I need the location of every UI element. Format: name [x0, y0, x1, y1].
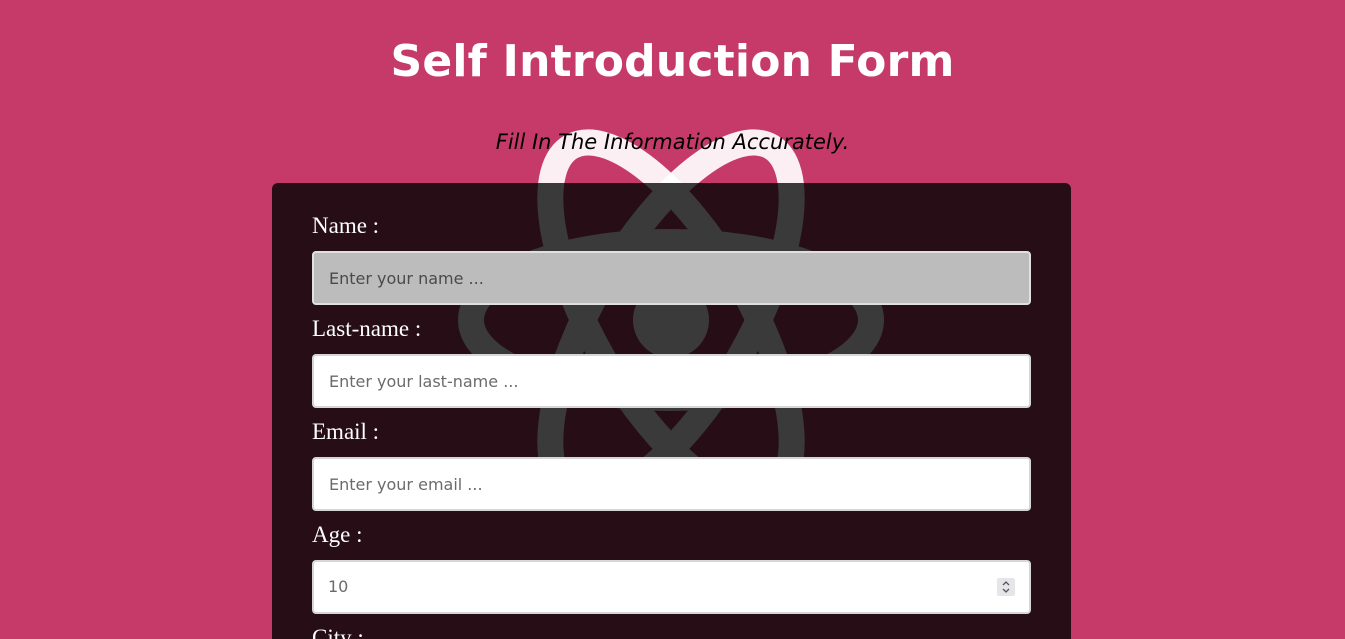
form-card: Name : Last-name : Email : Age : 10 City… [272, 183, 1071, 639]
last-name-input[interactable] [312, 354, 1031, 408]
age-field[interactable]: 10 [312, 560, 1031, 614]
page-title: Self Introduction Form [390, 36, 955, 87]
email-input[interactable] [312, 457, 1031, 511]
age-input[interactable] [312, 560, 1031, 614]
age-stepper[interactable] [997, 578, 1015, 596]
age-label: Age : [312, 522, 363, 547]
city-label: City : [312, 625, 364, 639]
spinner-arrows-icon [1002, 581, 1010, 593]
email-label: Email : [312, 419, 380, 444]
name-label: Name : [312, 213, 380, 238]
last-name-label: Last-name : [312, 316, 422, 341]
page-subtitle: Fill In The Information Accurately. [495, 130, 850, 154]
age-value: 10 [328, 577, 349, 596]
name-input[interactable] [312, 251, 1031, 305]
